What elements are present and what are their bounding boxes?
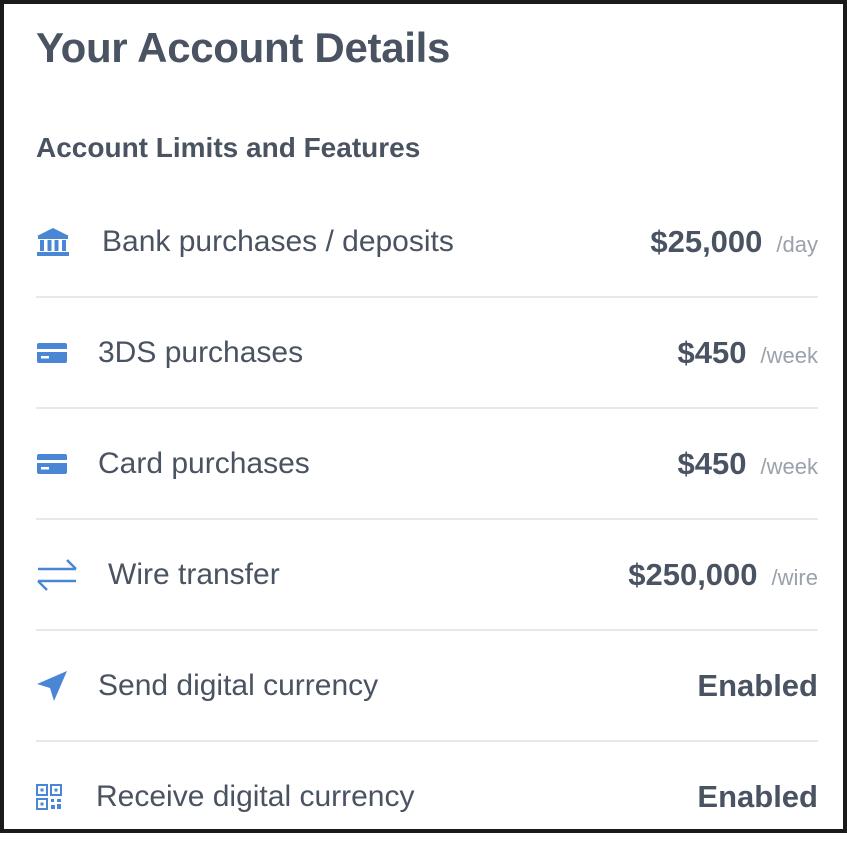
limit-label: Bank purchases / deposits xyxy=(102,224,454,258)
credit-card-icon xyxy=(36,446,98,482)
limit-row-bank: Bank purchases / deposits $25,000 /day xyxy=(36,187,818,298)
limit-label: Wire transfer xyxy=(108,557,280,591)
limit-unit: /week xyxy=(760,342,818,368)
limit-value: $450 /week xyxy=(678,335,818,371)
limit-unit: /week xyxy=(760,453,818,479)
credit-card-icon xyxy=(36,335,98,371)
feature-row-receive: Receive digital currency Enabled xyxy=(36,742,818,851)
page-title: Your Account Details xyxy=(36,24,451,71)
transfer-arrows-icon xyxy=(36,557,108,593)
feature-status: Enabled xyxy=(697,667,818,703)
limit-unit: /day xyxy=(776,231,818,257)
limit-amount: $450 xyxy=(677,334,747,370)
limit-unit: /wire xyxy=(771,564,818,590)
limit-amount: $450 xyxy=(677,445,747,481)
section-title: Account Limits and Features xyxy=(36,132,421,163)
account-details-panel: Your Account Details Account Limits and … xyxy=(0,0,847,833)
feature-value: Enabled xyxy=(697,779,818,815)
limit-amount: $25,000 xyxy=(650,223,763,259)
limits-list: Bank purchases / deposits $25,000 /day 3… xyxy=(36,187,818,851)
limit-label: Card purchases xyxy=(98,446,310,480)
feature-row-send: Send digital currency Enabled xyxy=(36,631,818,742)
limit-value: $25,000 /day xyxy=(650,224,818,260)
feature-value: Enabled xyxy=(697,668,818,704)
limit-label: 3DS purchases xyxy=(98,335,304,369)
qr-code-icon xyxy=(36,779,96,815)
limit-row-card: Card purchases $450 /week xyxy=(36,409,818,520)
limit-amount: $250,000 xyxy=(628,556,758,592)
limit-value: $250,000 /wire xyxy=(628,557,818,593)
limit-row-wire: Wire transfer $250,000 /wire xyxy=(36,520,818,631)
feature-label: Receive digital currency xyxy=(96,779,415,813)
feature-label: Send digital currency xyxy=(98,668,379,702)
paper-plane-icon xyxy=(36,668,98,704)
bank-icon xyxy=(36,224,102,260)
feature-status: Enabled xyxy=(697,778,818,814)
limit-row-3ds: 3DS purchases $450 /week xyxy=(36,298,818,409)
limit-value: $450 /week xyxy=(678,446,818,482)
